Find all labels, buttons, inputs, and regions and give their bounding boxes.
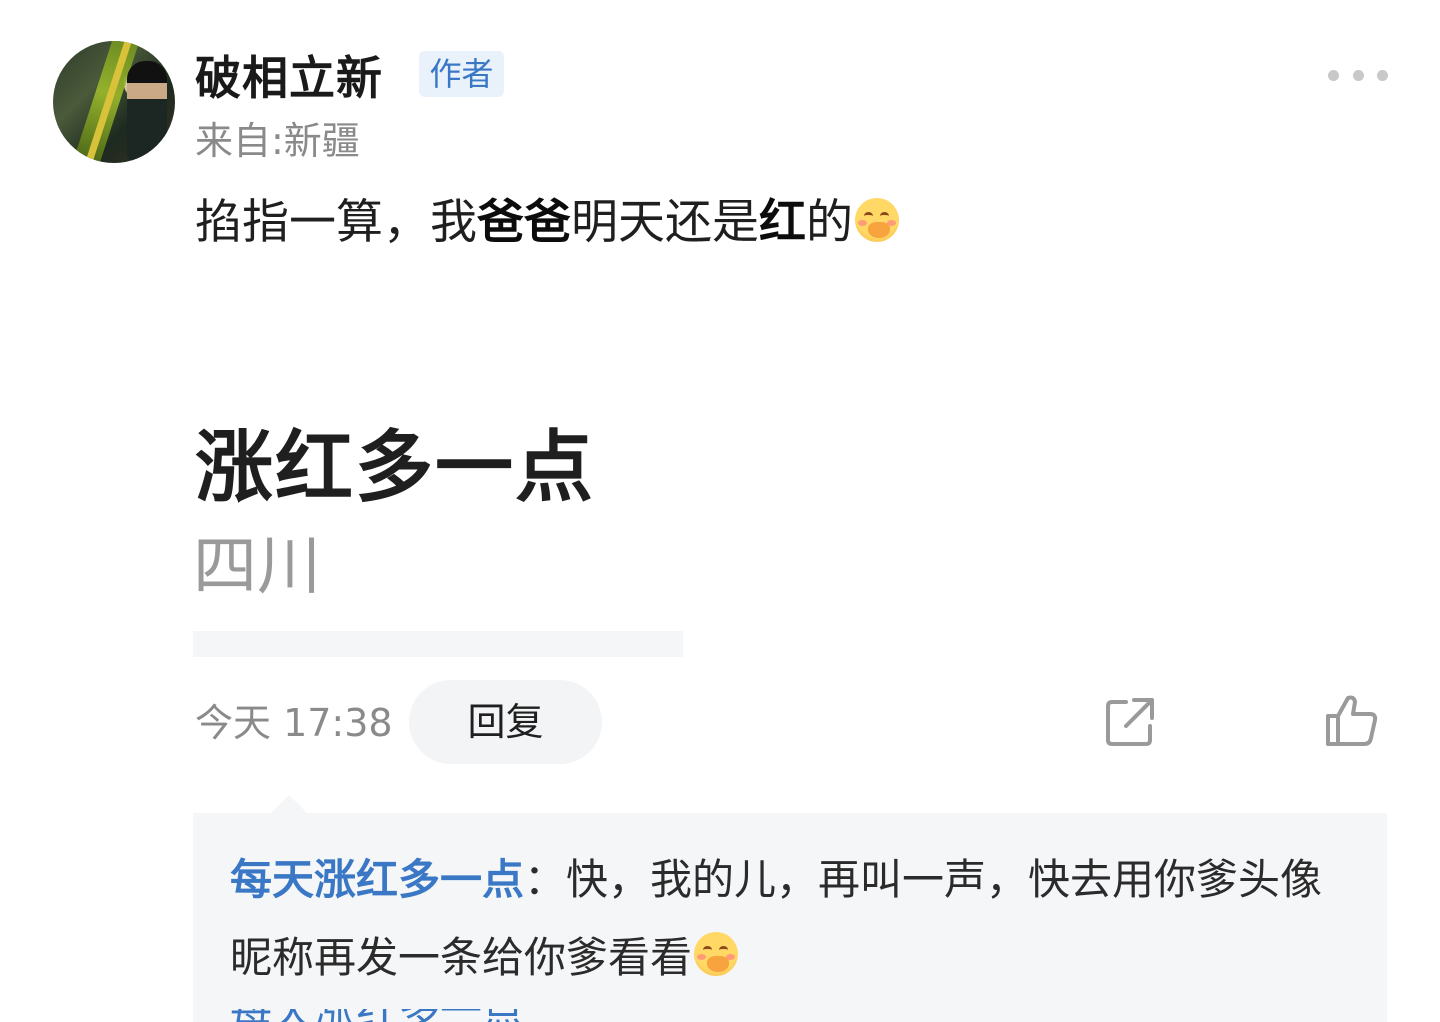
location-text: 来自:新疆 bbox=[195, 119, 360, 163]
reply-thread: 每天涨红多一点：快，我的儿，再叫一声，快去用你爹头像昵称再发一条给你爹看看 每天… bbox=[193, 795, 1387, 1022]
post-content: 掐指一算，我爸爸明天还是红的 bbox=[195, 188, 899, 258]
post-time: 今天 17:38 bbox=[195, 701, 393, 745]
embedded-subtitle: 四川 bbox=[193, 530, 321, 604]
reply-username[interactable]: 每天涨红多一点 bbox=[230, 855, 524, 904]
post-text-part-3: 明天还是 bbox=[571, 195, 759, 250]
shy-smile-icon bbox=[694, 932, 739, 976]
dot-icon bbox=[1328, 69, 1339, 81]
reply-item: 每天涨红多一点：快，我的儿，再叫一声，快去用你爹头像昵称再发一条给你爹看看 bbox=[230, 841, 1350, 997]
post-text-part-5: 的 bbox=[806, 195, 853, 250]
author-badge: 作者 bbox=[419, 51, 504, 97]
post-text-part-4: 红 bbox=[759, 195, 806, 250]
dot-icon bbox=[1352, 69, 1364, 81]
username[interactable]: 破相立新 bbox=[195, 44, 383, 112]
user-avatar[interactable] bbox=[53, 41, 175, 163]
thumbs-up-icon[interactable] bbox=[1324, 692, 1380, 748]
embedded-title: 涨红多一点 bbox=[195, 423, 596, 513]
reply-button[interactable]: 回复 bbox=[409, 680, 602, 764]
share-icon[interactable] bbox=[1104, 696, 1156, 748]
blushing-face-icon bbox=[855, 198, 899, 242]
reply-separator: ： bbox=[524, 855, 567, 904]
dot-icon bbox=[1377, 69, 1388, 81]
next-reply-username[interactable]: 每天涨红多一点 bbox=[230, 1009, 524, 1022]
next-reply-partial: 每天涨红多一点 bbox=[230, 1009, 1350, 1022]
more-options-icon[interactable] bbox=[1328, 64, 1388, 86]
post-text-part-2: 爸爸 bbox=[477, 195, 571, 250]
avatar-figure-decoration bbox=[127, 61, 167, 161]
embedded-image-card[interactable]: 涨红多一点 四川 bbox=[193, 400, 683, 657]
embedded-divider bbox=[193, 631, 683, 657]
post-text-part-1: 掐指一算，我 bbox=[195, 195, 477, 250]
